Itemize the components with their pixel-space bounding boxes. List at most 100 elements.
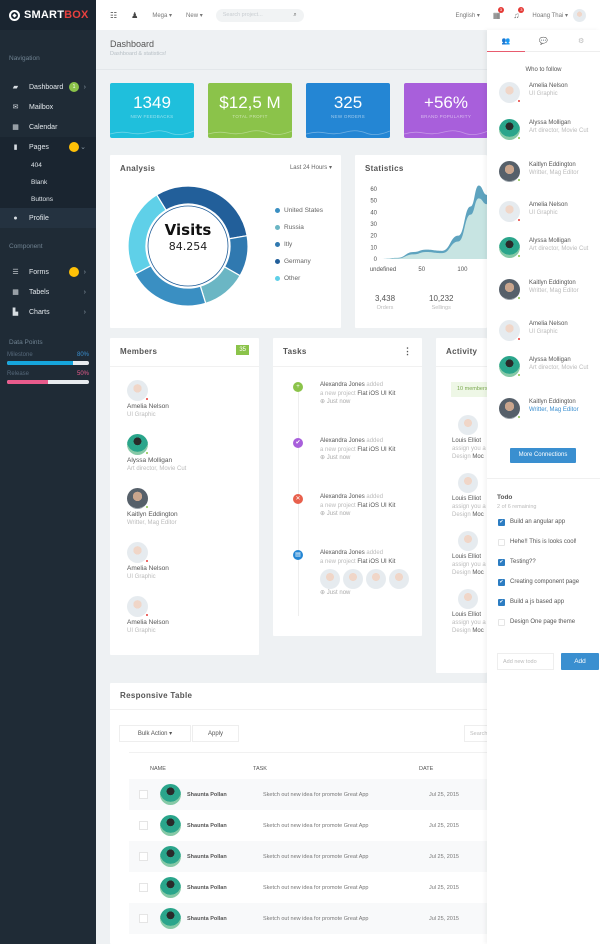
row-checkbox[interactable] — [139, 914, 148, 923]
todo-checkbox[interactable]: ✔ — [498, 558, 505, 566]
search-input[interactable]: Search project... — [223, 12, 263, 18]
page-subtitle: Dashboard & statistics! — [110, 51, 167, 57]
members-title: Members — [120, 347, 158, 356]
todo-checkbox[interactable]: ✔ — [498, 598, 505, 606]
follow-item[interactable]: Kaitlyn Eddington Writter, Mag Editor — [499, 398, 589, 419]
more-vertical-icon[interactable]: ⋮ — [403, 346, 412, 357]
todo-checkbox[interactable] — [498, 538, 505, 546]
todo-item[interactable]: Hehe!! This is looks cool! — [487, 532, 600, 552]
stat-card-profit[interactable]: $12,5 M TOTAL PROFIT — [208, 83, 292, 138]
follow-item[interactable]: Alyssa Molligan Art director, Movie Cut — [499, 237, 589, 258]
member-item[interactable]: Kaitlyn Eddington Writter, Mag Editor — [127, 488, 178, 526]
summary-value: 10,232 — [429, 294, 454, 303]
y-tick-label: 60 — [370, 187, 377, 193]
stat-label: NEW ORDERS — [330, 114, 365, 119]
activity-item[interactable]: Louis Elliot assign you a Design Moc — [452, 415, 487, 461]
stat-card-feedbacks[interactable]: 1349 NEW FEEDBACKS — [110, 83, 194, 138]
chart-icon: ▙ — [12, 309, 19, 316]
sidebar-item-dashboard[interactable]: ▰ Dashboard 1 › — [0, 77, 96, 97]
user-icon[interactable]: ♟ — [131, 11, 138, 20]
sidebar-item-forms[interactable]: ☰ Forms › — [0, 262, 96, 282]
user-menu[interactable]: Hoang Thai ▾ — [532, 12, 568, 19]
tab-people[interactable]: 👥 — [487, 30, 525, 51]
sidebar-item-charts[interactable]: ▙ Charts › — [0, 302, 96, 322]
new-menu[interactable]: New ▾ — [186, 12, 203, 19]
sidebar-subitem-buttons[interactable]: Buttons — [0, 191, 96, 208]
member-item[interactable]: Amelia Nelson UI Graphic — [127, 596, 169, 634]
table-row[interactable]: Shaunta Pollan Sketch out new idea for p… — [129, 903, 490, 934]
row-checkbox[interactable] — [139, 852, 148, 861]
sidebar-item-pages[interactable]: ▮ Pages ⌄ — [0, 137, 96, 157]
member-item[interactable]: Alyssa Molligan Art director, Movie Cut — [127, 434, 186, 472]
todo-label: Design One page theme — [510, 619, 576, 625]
member-role: UI Graphic — [127, 574, 156, 580]
follow-item[interactable]: Amelia Nelson UI Graphic — [499, 201, 589, 222]
task-time: ⊕ Just now — [320, 455, 351, 461]
stat-card-popularity[interactable]: +56% BRAND POPULARITY — [404, 83, 488, 138]
activity-item[interactable]: Louis Elliot assign you a Design Moc — [452, 473, 487, 519]
table-row[interactable]: Shaunta Pollan Sketch out new idea for p… — [129, 810, 490, 841]
follow-item[interactable]: Kaitlyn Eddington Writter, Mag Editor — [499, 279, 589, 300]
todo-item[interactable]: ✔ Testing?? — [487, 552, 600, 572]
member-item[interactable]: Amelia Nelson UI Graphic — [127, 380, 169, 418]
range-select[interactable]: Last 24 Hours ▾ — [290, 164, 332, 171]
activity-text: assign you a — [452, 562, 486, 568]
follow-role[interactable]: Writter, Mag Editor — [529, 406, 589, 414]
todo-checkbox[interactable]: ✔ — [498, 578, 505, 586]
column-header-date[interactable]: DATE — [419, 766, 433, 772]
sidebar-item-mailbox[interactable]: ✉ Mailbox — [0, 97, 96, 117]
table-row[interactable]: Shaunta Pollan Sketch out new idea for p… — [129, 841, 490, 872]
sidebar-toggle-icon[interactable]: ☷ — [110, 11, 117, 20]
member-item[interactable]: Amelia Nelson UI Graphic — [127, 542, 169, 580]
bell-icon[interactable]: ♫ 3 — [513, 6, 525, 20]
sidebar-subitem-404[interactable]: 404 — [0, 157, 96, 174]
task-item[interactable]: Alexandra Jones added a new project Flat… — [320, 493, 410, 519]
activity-item[interactable]: Louis Elliot assign you a Design Moc — [452, 589, 487, 635]
table-row[interactable]: Shaunta Pollan Sketch out new idea for p… — [129, 872, 490, 903]
row-checkbox[interactable] — [139, 821, 148, 830]
sidebar-item-calendar[interactable]: ▦ Calendar — [0, 117, 96, 137]
todo-checkbox[interactable]: ✔ — [498, 518, 505, 526]
bulk-action-dropdown[interactable]: Bulk Action ▾ — [119, 725, 191, 742]
row-checkbox[interactable] — [139, 790, 148, 799]
todo-input[interactable]: Add new todo — [497, 653, 554, 670]
column-header-name[interactable]: NAME — [150, 766, 166, 772]
tab-chat[interactable]: 💬 — [525, 30, 563, 51]
column-header-task[interactable]: TASK — [253, 766, 267, 772]
search-icon[interactable]: ⌕ — [293, 12, 296, 19]
follow-item[interactable]: Kaitlyn Eddington Writter, Mag Editor — [499, 161, 589, 182]
task-item[interactable]: Alexandra Jones added a new project Flat… — [320, 437, 410, 463]
sidebar-item-tables[interactable]: ▦ Tabels › — [0, 282, 96, 302]
tab-settings[interactable]: ⚙ — [562, 30, 600, 51]
follow-item[interactable]: Alyssa Molligan Art director, Movie Cut — [499, 119, 589, 140]
activity-item[interactable]: Louis Elliot assign you a Design Moc — [452, 531, 487, 577]
add-todo-button[interactable]: Add — [561, 653, 599, 670]
member-role: Writter, Mag Editor — [127, 520, 177, 526]
avatar — [160, 846, 181, 867]
table-row[interactable]: Shaunta Pollan Sketch out new idea for p… — [129, 779, 490, 810]
task-item[interactable]: Alexandra Jones added a new project Flat… — [320, 381, 410, 407]
follow-item[interactable]: Amelia Nelson UI Graphic — [499, 320, 589, 341]
row-checkbox[interactable] — [139, 883, 148, 892]
todo-checkbox[interactable] — [498, 618, 505, 626]
calendar-icon[interactable]: ▦ 3 — [493, 6, 504, 20]
apply-button[interactable]: Apply — [192, 725, 239, 742]
language-select[interactable]: English ▾ — [455, 12, 479, 19]
legend-item: Itly — [275, 236, 323, 253]
avatar[interactable] — [573, 8, 586, 22]
mega-menu[interactable]: Mega ▾ — [152, 12, 172, 19]
search-box[interactable]: Search project... ⌕ — [215, 8, 304, 22]
follow-item[interactable]: Alyssa Molligan Art director, Movie Cut — [499, 356, 589, 377]
sidebar-subitem-blank[interactable]: Blank — [0, 174, 96, 191]
logo-icon — [9, 9, 20, 21]
todo-item[interactable]: Design One page theme — [487, 612, 600, 632]
follow-item[interactable]: Amelia Nelson UI Graphic — [499, 82, 589, 103]
stat-card-orders[interactable]: 325 NEW ORDERS — [306, 83, 390, 138]
task-item[interactable]: Alexandra Jones added a new project Flat… — [320, 549, 410, 598]
todo-item[interactable]: ✔ Creating component page — [487, 572, 600, 592]
todo-item[interactable]: ✔ Build an angular app — [487, 512, 600, 532]
todo-item[interactable]: ✔ Build a js based app — [487, 592, 600, 612]
sidebar-item-profile[interactable]: ● Profile — [0, 208, 96, 228]
brand-logo[interactable]: SMART BOX — [0, 0, 96, 30]
more-connections-button[interactable]: More Connections — [510, 448, 576, 463]
